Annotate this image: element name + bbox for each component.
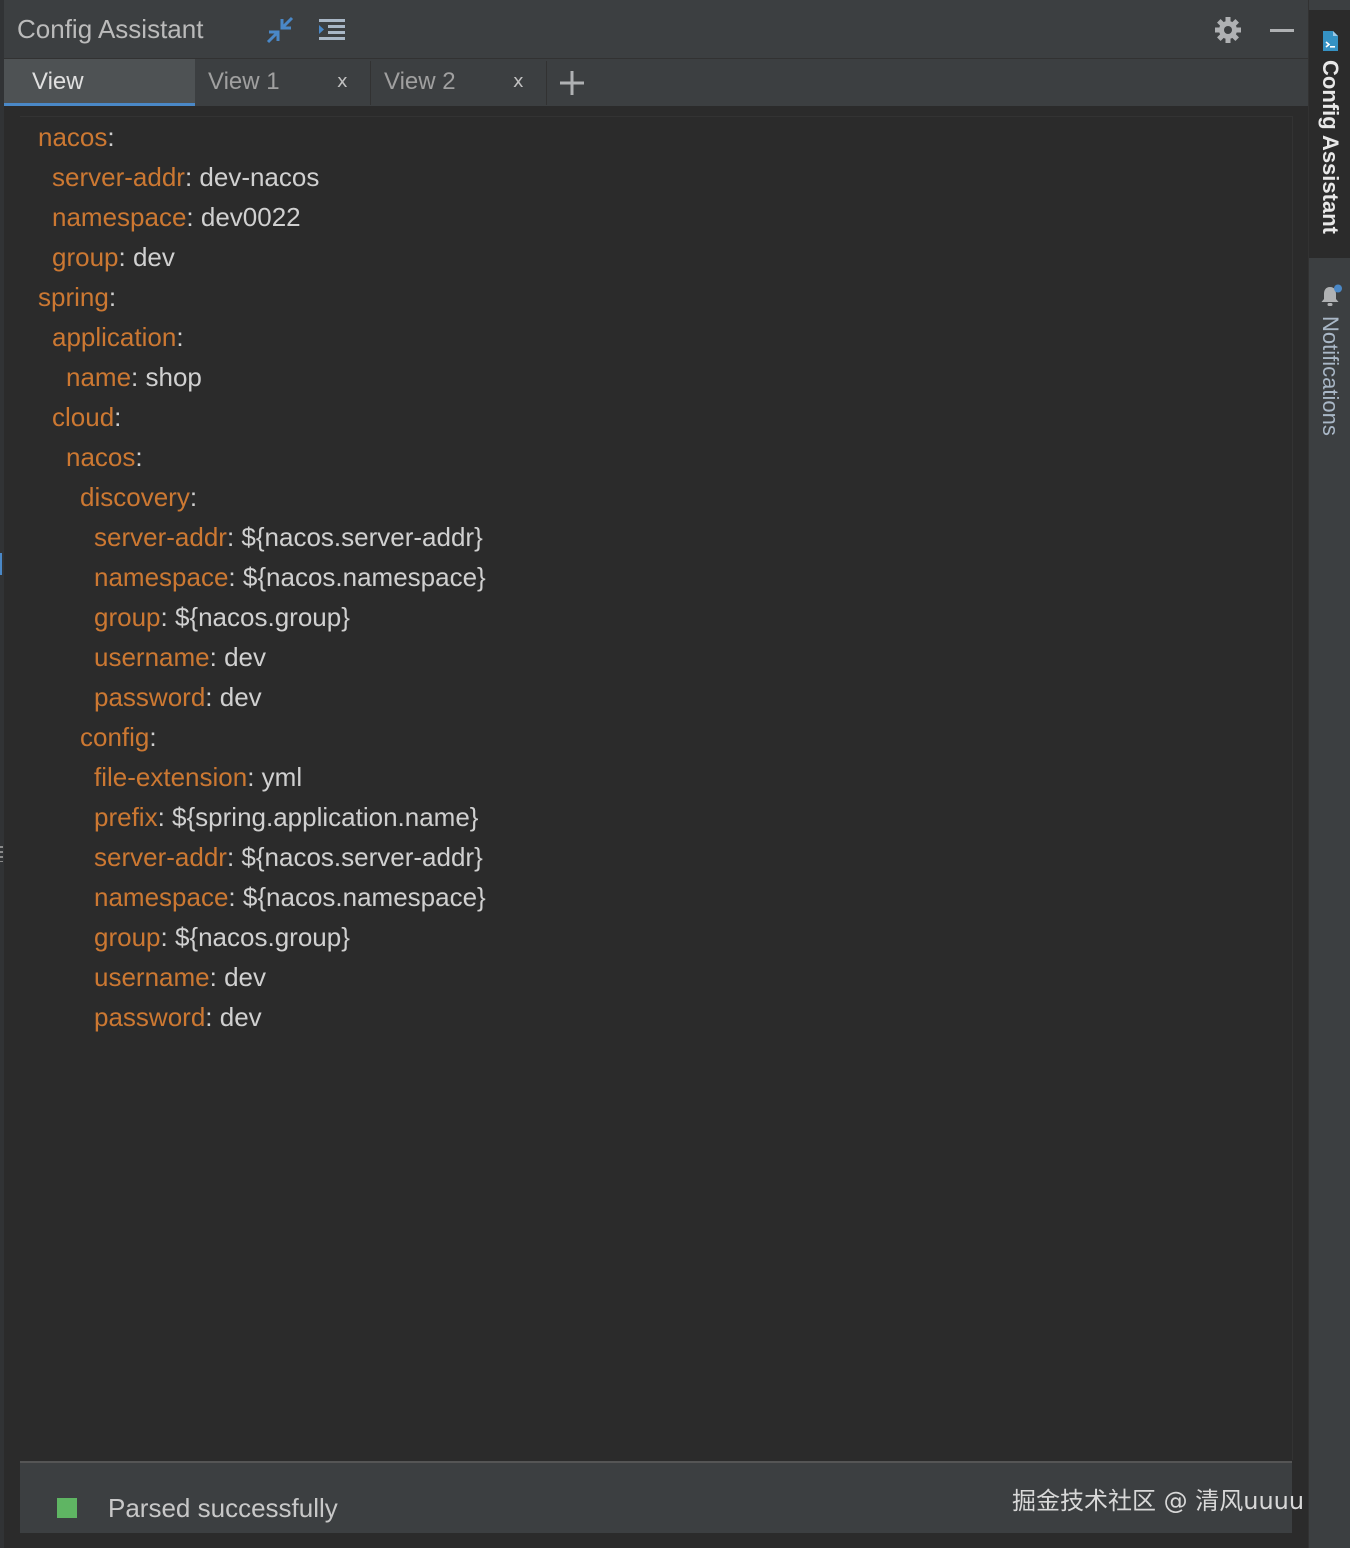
yaml-line: namespace: ${nacos.namespace} <box>94 562 486 592</box>
bell-icon <box>1319 284 1342 306</box>
yaml-key: password <box>94 682 206 712</box>
yaml-line: group: ${nacos.group} <box>94 602 350 632</box>
yaml-key: namespace <box>94 882 229 912</box>
yaml-line: password: dev <box>94 1002 262 1032</box>
tab-label: View <box>32 68 84 95</box>
minimize-icon[interactable] <box>1264 13 1300 47</box>
yaml-value: dev <box>216 962 267 992</box>
tab-label: View 2 <box>384 68 456 95</box>
yaml-value: shop <box>138 362 202 392</box>
close-tab-icon[interactable]: x <box>513 71 524 92</box>
indent-list-icon[interactable] <box>314 14 350 46</box>
tab-divider <box>546 61 547 105</box>
yaml-line: file-extension: yml <box>94 762 303 792</box>
yaml-key: server-addr <box>94 522 227 552</box>
yaml-line: nacos: <box>38 122 115 152</box>
yaml-line: server-addr: dev-nacos <box>52 162 320 192</box>
yaml-key: group <box>52 242 119 272</box>
yaml-key: username <box>94 962 210 992</box>
right-tool-window-bar: Config Assistant Notifications <box>1308 0 1350 1548</box>
yaml-line: config: <box>80 722 157 752</box>
yaml-key: spring <box>38 282 109 312</box>
status-text: Parsed successfully <box>108 1493 338 1523</box>
yaml-value: dev <box>212 682 262 712</box>
watermark-text: 掘金技术社区 @ 清风uuuu <box>1012 1487 1305 1515</box>
gear-icon[interactable] <box>1210 13 1246 47</box>
yaml-line: application: <box>52 322 184 352</box>
config-assistant-panel: Config Assistant View View 1 x View 2 x … <box>4 0 1308 1548</box>
yaml-key: group <box>94 602 161 632</box>
add-tab-icon[interactable] <box>554 59 590 106</box>
yaml-line: prefix: ${spring.application.name} <box>94 802 479 832</box>
yaml-line: name: shop <box>66 362 202 392</box>
yaml-key: namespace <box>94 562 229 592</box>
collapse-arrows-icon[interactable] <box>262 14 298 46</box>
yaml-key: config <box>80 722 150 752</box>
yaml-value: ${nacos.server-addr} <box>234 842 483 872</box>
yaml-line: cloud: <box>52 402 122 432</box>
yaml-key: prefix <box>94 802 158 832</box>
yaml-key: group <box>94 922 161 952</box>
yaml-line: group: ${nacos.group} <box>94 922 350 952</box>
yaml-line: namespace: dev0022 <box>52 202 301 232</box>
yaml-line: username: dev <box>94 642 267 672</box>
close-tab-icon[interactable]: x <box>337 71 348 92</box>
resize-handle[interactable] <box>0 846 3 862</box>
tab-view-2[interactable]: View 2 x <box>371 59 547 106</box>
yaml-key: application <box>52 322 177 352</box>
yaml-key: server-addr <box>52 162 185 192</box>
yaml-line: password: dev <box>94 682 262 712</box>
yaml-key: discovery <box>80 482 190 512</box>
yaml-value: dev <box>212 1002 262 1032</box>
yaml-key: password <box>94 1002 206 1032</box>
active-tab-indicator <box>4 103 195 106</box>
yaml-key: server-addr <box>94 842 227 872</box>
yaml-line: namespace: ${nacos.namespace} <box>94 882 486 912</box>
yaml-lines: nacos: server-addr: dev-nacos namespace:… <box>38 117 486 1037</box>
side-tab-notifications-label[interactable]: Notifications <box>1317 316 1343 436</box>
yaml-value: ${nacos.server-addr} <box>234 522 483 552</box>
tab-view-1[interactable]: View 1 x <box>195 59 371 106</box>
yaml-value: yml <box>254 762 303 792</box>
yaml-value: ${nacos.group} <box>167 922 350 952</box>
panel-header: Config Assistant <box>4 0 1308 59</box>
yaml-value: dev0022 <box>193 202 301 232</box>
yaml-key: namespace <box>52 202 187 232</box>
yaml-editor[interactable]: nacos: server-addr: dev-nacos namespace:… <box>20 116 1293 1460</box>
yaml-line: group: dev <box>52 242 175 272</box>
status-indicator-icon <box>57 1498 77 1518</box>
tab-bar: View View 1 x View 2 x <box>4 59 1308 107</box>
yaml-value: ${nacos.namespace} <box>235 562 486 592</box>
yaml-value: ${nacos.namespace} <box>235 882 486 912</box>
yaml-line: server-addr: ${nacos.server-addr} <box>94 842 483 872</box>
yaml-key: cloud <box>52 402 115 432</box>
yaml-line: server-addr: ${nacos.server-addr} <box>94 522 483 552</box>
yaml-line: username: dev <box>94 962 267 992</box>
yaml-value: ${nacos.group} <box>167 602 350 632</box>
yaml-value: dev-nacos <box>192 162 320 192</box>
side-tab-config-assistant-label[interactable]: Config Assistant <box>1317 60 1343 234</box>
left-gutter-marker <box>0 553 2 575</box>
yaml-key: nacos <box>66 442 136 472</box>
tab-label: View 1 <box>208 68 280 95</box>
yaml-key: file-extension <box>94 762 248 792</box>
yaml-key: name <box>66 362 132 392</box>
yaml-value: dev <box>216 642 267 672</box>
yaml-key: username <box>94 642 210 672</box>
yaml-line: nacos: <box>66 442 143 472</box>
tab-view[interactable]: View <box>4 59 195 106</box>
yaml-value: ${spring.application.name} <box>164 802 479 832</box>
yaml-value: dev <box>125 242 175 272</box>
yaml-line: spring: <box>38 282 117 312</box>
config-file-icon <box>1319 30 1341 52</box>
panel-title: Config Assistant <box>17 14 204 44</box>
yaml-key: nacos <box>38 122 108 152</box>
yaml-line: discovery: <box>80 482 198 512</box>
